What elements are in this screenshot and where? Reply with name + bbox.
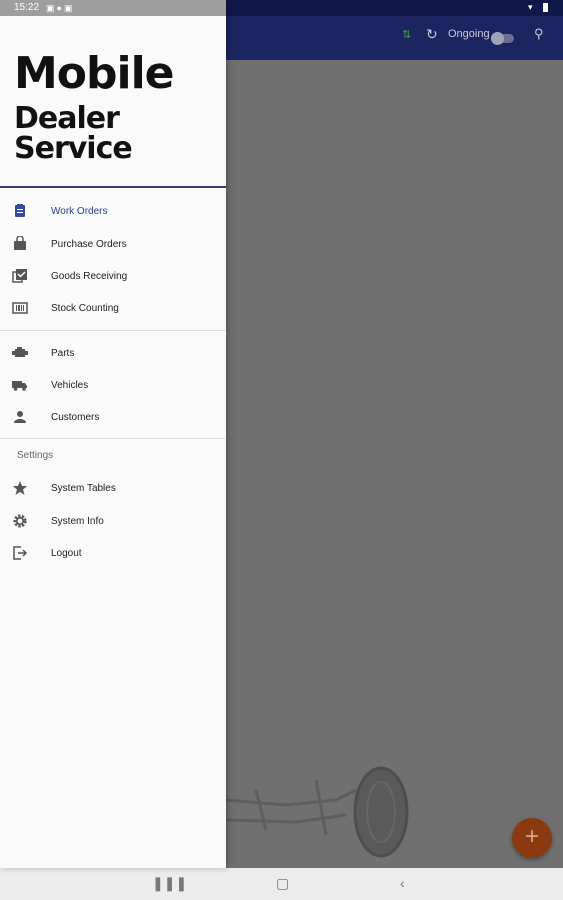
truck-icon (12, 377, 28, 393)
navigation-drawer: 15:22 ▣●▣ Mobile Dealer Service Work Ord… (0, 0, 226, 868)
vehicle-chassis-image (226, 766, 409, 858)
shopping-bag-icon (12, 236, 28, 252)
recents-icon[interactable]: ❚❚❚ (152, 875, 187, 892)
header-divider (0, 186, 226, 188)
menu-item-label: Purchase Orders (51, 238, 127, 250)
menu-item-label: Parts (51, 347, 75, 359)
app-brand: Mobile Dealer Service (14, 52, 226, 164)
content-scrim[interactable] (226, 60, 563, 868)
menu-item-vehicles[interactable]: Vehicles (0, 369, 226, 401)
menu-item-label: Vehicles (51, 379, 89, 391)
refresh-icon[interactable]: ↻ (426, 26, 438, 43)
add-fab-button[interactable]: + (512, 818, 552, 858)
menu-item-stock-counting[interactable]: Stock Counting (0, 292, 226, 324)
logout-icon (12, 545, 28, 561)
brand-line1: Mobile (14, 48, 175, 99)
menu-divider (0, 438, 226, 439)
home-icon[interactable]: ▢ (276, 875, 289, 892)
app-bar: ⇅ ↻ Ongoing ⚲ (226, 16, 563, 60)
menu-divider (0, 330, 226, 331)
battery-icon (543, 3, 548, 12)
menu-item-label: Logout (51, 547, 82, 559)
barcode-icon (12, 300, 28, 316)
ongoing-toggle[interactable] (491, 32, 514, 45)
brand-line2: Dealer Service (14, 101, 133, 166)
ongoing-label: Ongoing (448, 28, 490, 40)
checklist-icon (12, 268, 28, 284)
drawer-status-bar: 15:22 ▣●▣ (0, 0, 226, 16)
wifi-icon: ▾ (528, 2, 533, 12)
menu-item-logout[interactable]: Logout (0, 537, 226, 569)
menu-item-parts[interactable]: Parts (0, 337, 226, 369)
menu-item-system-info[interactable]: System Info (0, 505, 226, 537)
search-icon[interactable]: ⚲ (534, 26, 544, 42)
status-bar: ▾ (226, 0, 563, 16)
engine-icon (12, 345, 28, 361)
menu-item-label: Stock Counting (51, 302, 119, 314)
menu-item-label: System Info (51, 515, 104, 527)
menu-item-label: Goods Receiving (51, 270, 128, 282)
menu-item-label: Customers (51, 411, 100, 423)
menu-item-customers[interactable]: Customers (0, 401, 226, 433)
notification-icons: ▣●▣ (46, 3, 75, 13)
menu-item-system-tables[interactable]: System Tables (0, 472, 226, 504)
person-icon (12, 409, 28, 425)
menu-item-label: Work Orders (51, 205, 108, 217)
gear-icon (12, 513, 28, 529)
clipboard-icon (12, 203, 28, 219)
back-icon[interactable]: ‹ (400, 875, 405, 891)
sync-status-icon: ⇅ (402, 29, 412, 41)
system-nav-bar: ❚❚❚ ▢ ‹ (0, 868, 563, 900)
menu-item-label: System Tables (51, 482, 116, 494)
menu-item-work-orders[interactable]: Work Orders (0, 195, 226, 227)
star-icon (12, 480, 28, 496)
menu-item-purchase-orders[interactable]: Purchase Orders (0, 228, 226, 260)
status-time: 15:22 (14, 2, 40, 13)
settings-section-title: Settings (17, 450, 54, 461)
menu-item-goods-receiving[interactable]: Goods Receiving (0, 260, 226, 292)
